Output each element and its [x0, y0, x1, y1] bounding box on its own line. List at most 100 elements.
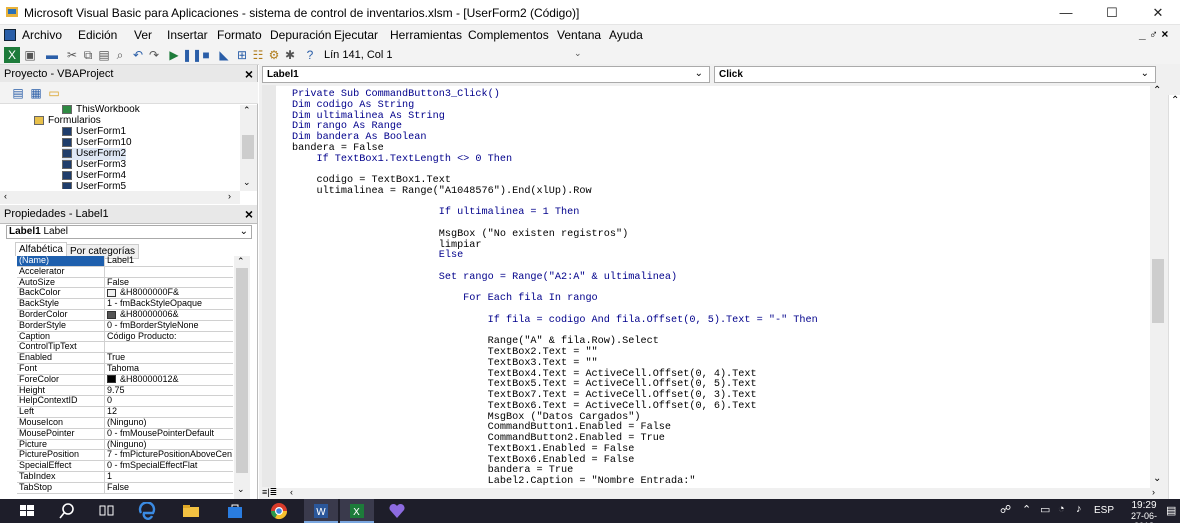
toolbox-icon[interactable]: ✱: [282, 47, 298, 63]
property-value[interactable]: 0 - fmMousePointerDefault: [105, 429, 233, 440]
project-explorer-close-button[interactable]: ×: [245, 66, 253, 82]
scroll-right-icon[interactable]: ›: [1152, 487, 1155, 497]
properties-window-icon[interactable]: ☷: [250, 47, 266, 63]
view-mode-icons[interactable]: ≡|≣: [262, 487, 277, 498]
property-name[interactable]: BackColor: [17, 288, 105, 300]
cut-icon[interactable]: ✂: [64, 47, 80, 63]
property-name[interactable]: ForeColor: [17, 374, 105, 386]
menu-item-4[interactable]: Formato: [217, 28, 262, 42]
property-name[interactable]: ControlTipText: [17, 342, 105, 354]
code-line[interactable]: TextBox7.Text = ActiveCell.Offset(0, 3).…: [292, 390, 757, 401]
code-line[interactable]: ultimalinea = Range("A1048576").End(xlUp…: [292, 186, 591, 197]
store-icon[interactable]: [226, 502, 244, 520]
code-line[interactable]: Dim rango As Range: [292, 121, 402, 132]
edge-browser-icon[interactable]: [138, 502, 156, 520]
word-taskbar-button[interactable]: W: [304, 499, 338, 523]
property-value[interactable]: (Ninguno): [105, 418, 233, 429]
project-explorer-icon[interactable]: ⊞: [234, 47, 250, 63]
property-name[interactable]: PicturePosition: [17, 450, 105, 462]
margin-indicator-bar[interactable]: [262, 85, 276, 487]
code-line[interactable]: Set rango = Range("A2:A" & ultimalinea): [292, 272, 677, 283]
windows-start-icon[interactable]: [18, 502, 36, 520]
scroll-left-icon[interactable]: ‹: [290, 487, 293, 497]
scroll-down-icon[interactable]: ⌄: [1153, 473, 1161, 484]
property-name[interactable]: Left: [17, 407, 105, 418]
project-tree-hscrollbar[interactable]: ‹ ›: [0, 191, 240, 204]
code-line[interactable]: Dim codigo As String: [292, 100, 414, 111]
property-name[interactable]: MouseIcon: [17, 418, 105, 429]
property-value[interactable]: &H80000006&: [105, 310, 233, 321]
tab-alphabetic[interactable]: Alfabética: [15, 242, 67, 256]
scroll-up-icon[interactable]: ⌃: [237, 256, 245, 267]
scroll-down-icon[interactable]: ⌄: [237, 484, 245, 495]
app-heart-icon[interactable]: [388, 502, 406, 520]
excel-taskbar-button[interactable]: X: [340, 499, 374, 523]
property-value[interactable]: True: [105, 353, 233, 364]
module-icon[interactable]: [4, 29, 16, 41]
run-icon[interactable]: ▶: [166, 47, 182, 63]
code-line[interactable]: TextBox1.Enabled = False: [292, 444, 635, 455]
code-line[interactable]: TextBox5.Text = ActiveCell.Offset(0, 5).…: [292, 379, 757, 390]
menu-item-9[interactable]: Ventana: [557, 28, 601, 42]
property-value[interactable]: [105, 267, 233, 278]
minimize-button[interactable]: —: [1043, 0, 1089, 25]
people-icon[interactable]: ☍: [1000, 503, 1011, 516]
menu-item-2[interactable]: Ver: [134, 28, 152, 42]
property-value[interactable]: 1 - fmBackStyleOpaque: [105, 299, 233, 310]
code-hscrollbar[interactable]: ≡|≣ ‹ ›: [262, 487, 1166, 499]
volume-icon[interactable]: ♪: [1076, 503, 1082, 515]
menu-item-1[interactable]: Edición: [78, 28, 117, 42]
property-name[interactable]: BorderColor: [17, 310, 105, 321]
scroll-left-icon[interactable]: ‹: [4, 191, 7, 201]
property-name[interactable]: MousePointer: [17, 428, 105, 440]
file-explorer-icon[interactable]: [182, 502, 200, 520]
property-value[interactable]: &H8000000F&: [105, 288, 233, 300]
code-line[interactable]: TextBox6.Text = ActiveCell.Offset(0, 6).…: [292, 401, 757, 412]
property-name[interactable]: HelpContextID: [17, 396, 105, 408]
maximize-button[interactable]: ☐: [1089, 0, 1135, 25]
code-line[interactable]: Label2.Caption = "Nombre Entrada:": [292, 476, 696, 487]
code-line[interactable]: CommandButton2.Enabled = True: [292, 433, 665, 444]
property-name[interactable]: BackStyle: [17, 299, 105, 310]
break-icon[interactable]: ❚❚: [182, 47, 202, 63]
toggle-folders-icon[interactable]: ▭: [46, 85, 62, 101]
search-icon[interactable]: [58, 502, 76, 520]
show-hidden-icons-chevron-icon[interactable]: ⌃: [1022, 503, 1031, 516]
scroll-up-icon[interactable]: ⌃: [243, 105, 251, 116]
object-combo[interactable]: Label1 ⌄: [262, 66, 710, 83]
property-value[interactable]: 1: [105, 472, 233, 483]
property-value[interactable]: 7 - fmPicturePositionAboveCen: [105, 450, 233, 462]
property-value[interactable]: Código Producto:: [105, 332, 233, 343]
property-name[interactable]: Picture: [17, 439, 105, 451]
code-line[interactable]: TextBox2.Text = "": [292, 347, 598, 358]
scroll-up-icon[interactable]: ⌃: [1171, 95, 1179, 106]
property-value[interactable]: 0 - fmSpecialEffectFlat: [105, 461, 233, 472]
property-value[interactable]: (Ninguno): [105, 440, 233, 451]
property-value[interactable]: 0 - fmBorderStyleNone: [105, 321, 233, 332]
scroll-thumb[interactable]: [1152, 259, 1164, 323]
battery-icon[interactable]: ▭: [1040, 503, 1050, 516]
menu-item-3[interactable]: Insertar: [167, 28, 208, 42]
code-line[interactable]: For Each fila In rango: [292, 293, 598, 304]
child-window-controls[interactable]: _ ♂ ×: [1139, 27, 1168, 41]
clock[interactable]: 19:29 27-06-2018: [1124, 500, 1164, 523]
code-line[interactable]: If ultimalinea = 1 Then: [292, 207, 580, 218]
code-line[interactable]: Dim bandera As Boolean: [292, 132, 427, 143]
property-name[interactable]: (Name): [17, 256, 105, 267]
menu-item-0[interactable]: Archivo: [22, 28, 62, 42]
code-line[interactable]: Range("A" & fila.Row).Select: [292, 336, 659, 347]
design-mode-icon[interactable]: ◣: [216, 47, 232, 63]
task-view-icon[interactable]: [98, 502, 116, 520]
property-name[interactable]: BorderStyle: [17, 320, 105, 332]
chrome-icon[interactable]: [270, 502, 288, 520]
code-line[interactable]: CommandButton1.Enabled = False: [292, 422, 671, 433]
notifications-icon[interactable]: ▤: [1166, 504, 1176, 517]
code-line[interactable]: Else: [292, 250, 463, 261]
menu-item-10[interactable]: Ayuda: [609, 28, 643, 42]
redo-icon[interactable]: ↷: [146, 47, 162, 63]
scroll-right-icon[interactable]: ›: [228, 191, 231, 201]
property-value[interactable]: False: [105, 278, 233, 289]
properties-scrollbar[interactable]: ⌃ ⌄: [234, 256, 250, 499]
excel-view-icon[interactable]: X: [4, 47, 20, 63]
property-name[interactable]: Height: [17, 385, 105, 397]
